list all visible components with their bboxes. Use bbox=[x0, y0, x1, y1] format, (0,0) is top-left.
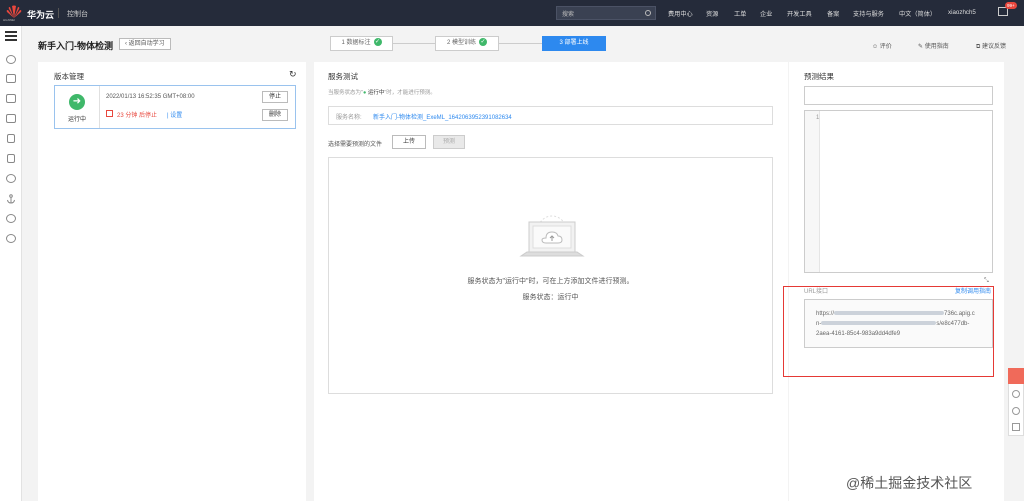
globe-icon[interactable] bbox=[6, 214, 16, 223]
document-icon[interactable] bbox=[7, 154, 15, 163]
service-state-label: 服务状态： bbox=[522, 294, 558, 301]
hint-suffix: "时，才能进行预测。 bbox=[384, 90, 436, 96]
guide-label: 使用指南 bbox=[924, 44, 949, 50]
nav-billing[interactable]: 费用中心 bbox=[668, 9, 693, 18]
database-icon[interactable] bbox=[7, 134, 15, 143]
watermark-text: @稀土掘金技术社区 bbox=[846, 475, 973, 491]
laptop-upload-icon bbox=[519, 215, 585, 257]
note-icon[interactable] bbox=[1012, 423, 1020, 431]
version-card[interactable]: ➜ 运行中 2022/01/13 16:52:35 GMT+08:00 23 分… bbox=[54, 85, 296, 129]
logo-text: HUAWEI bbox=[3, 18, 15, 22]
message-badge: 99+ bbox=[1005, 2, 1017, 9]
hint-prefix: 当服务状态为" bbox=[328, 90, 363, 96]
set-label: 设置 bbox=[170, 113, 183, 119]
network-icon[interactable] bbox=[6, 94, 16, 103]
version-status-area: ➜ 运行中 bbox=[55, 86, 100, 128]
menu-icon[interactable] bbox=[5, 31, 17, 41]
step-label: 2 模型训练 bbox=[446, 40, 476, 46]
stop-countdown: 23 分钟 后停止 bbox=[117, 113, 158, 119]
result-summary-field[interactable] bbox=[804, 86, 993, 105]
search-icon[interactable] bbox=[645, 10, 651, 16]
version-date: 2022/01/13 16:52:35 GMT+08:00 bbox=[106, 94, 195, 100]
upload-button[interactable]: 上传 bbox=[392, 135, 426, 149]
compute-icon[interactable] bbox=[6, 74, 16, 83]
huawei-logo-icon[interactable] bbox=[6, 5, 22, 19]
upload-empty-message: 服务状态为"运行中"时，可在上方添加文件进行预测。 bbox=[467, 278, 634, 285]
service-name-value[interactable]: 新手入门-物体检测_ExeML_1642063952391082634 bbox=[373, 112, 512, 121]
guide-link[interactable]: ✎ 使用指南 bbox=[918, 41, 949, 50]
nav-language[interactable]: 中文（简体） bbox=[899, 9, 936, 18]
check-icon: ✓ bbox=[373, 38, 382, 47]
result-json-editor[interactable]: 1 bbox=[804, 110, 993, 273]
cloud-icon[interactable] bbox=[6, 55, 16, 64]
step-deploy[interactable]: 3 部署上线 bbox=[542, 36, 606, 51]
stop-button[interactable]: 停止 bbox=[262, 91, 289, 103]
step-label: 1 数据标注 bbox=[341, 40, 371, 46]
hint-status: 运行中 bbox=[367, 90, 385, 96]
nav-filing[interactable]: 备案 bbox=[827, 9, 839, 18]
result-panel-title: 预测结果 bbox=[804, 72, 834, 81]
file-select-label: 选择需要预测的文件 bbox=[328, 142, 383, 148]
highlight-box bbox=[783, 286, 994, 377]
step-data-labeling[interactable]: 1 数据标注 ✓ bbox=[330, 36, 393, 51]
rating-link[interactable]: ☺ 评价 bbox=[872, 41, 892, 50]
help-icon[interactable] bbox=[1012, 407, 1020, 415]
back-label: 返回自动学习 bbox=[128, 41, 165, 47]
timer-icon bbox=[106, 110, 113, 117]
line-number: 1 bbox=[816, 115, 820, 121]
step-connector bbox=[499, 43, 542, 44]
arrow-right-icon: ➜ bbox=[69, 94, 85, 110]
brand-name[interactable]: 华为云 bbox=[27, 8, 54, 21]
top-navigation-bar: HUAWEI 华为云 控制台 搜索 费用中心 资源 工单 企业 开发工具 备案 … bbox=[0, 0, 1024, 26]
service-panel-title: 服务测试 bbox=[328, 72, 358, 81]
anchor-icon[interactable] bbox=[6, 194, 16, 204]
nav-tickets[interactable]: 工单 bbox=[734, 9, 746, 18]
feedback-float-icon[interactable] bbox=[1008, 368, 1024, 384]
editor-gutter bbox=[805, 111, 820, 272]
divider bbox=[58, 8, 59, 18]
check-icon: ✓ bbox=[479, 38, 487, 47]
service-name-row: 服务名称: 新手入门-物体检测_ExeML_164206395239108263… bbox=[328, 106, 773, 125]
delete-button[interactable]: 删除 bbox=[262, 109, 289, 121]
version-panel-title: 版本管理 bbox=[54, 72, 84, 81]
service-name-label: 服务名称: bbox=[336, 115, 362, 121]
refresh-icon[interactable]: ↻ bbox=[289, 69, 297, 80]
step-model-training[interactable]: 2 模型训练 ✓ bbox=[435, 36, 499, 51]
predict-button[interactable]: 预测 bbox=[433, 135, 465, 149]
prediction-image-area[interactable]: 服务状态为"运行中"时，可在上方添加文件进行预测。 服务状态：运行中 bbox=[328, 157, 773, 394]
compass-icon[interactable] bbox=[6, 234, 16, 243]
feedback-label: 建议反馈 bbox=[981, 44, 1006, 50]
nav-enterprise[interactable]: 企业 bbox=[760, 9, 772, 18]
search-placeholder: 搜索 bbox=[562, 12, 575, 18]
back-button[interactable]: ‹ 返回自动学习 bbox=[119, 38, 171, 50]
version-status: 运行中 bbox=[68, 117, 87, 123]
service-state: 服务状态：运行中 bbox=[329, 292, 772, 302]
page-title: 新手入门-物体检测 bbox=[38, 41, 113, 51]
search-input[interactable]: 搜索 bbox=[556, 6, 656, 20]
rating-label: 评价 bbox=[879, 44, 892, 50]
nav-resources[interactable]: 资源 bbox=[706, 9, 718, 18]
feedback-link[interactable]: ⧉ 建议反馈 bbox=[976, 41, 1006, 51]
nav-support[interactable]: 支持与服务 bbox=[853, 9, 884, 18]
set-timer-link[interactable]: | 设置 bbox=[167, 110, 182, 119]
chat-icon[interactable] bbox=[1012, 390, 1020, 398]
resize-handle-icon[interactable]: ⤡ bbox=[984, 278, 989, 285]
cloud-service-icon[interactable] bbox=[6, 174, 16, 183]
nav-devtools[interactable]: 开发工具 bbox=[787, 9, 812, 18]
storage-icon[interactable] bbox=[6, 114, 16, 123]
service-state-value: 运行中 bbox=[557, 294, 579, 301]
nav-user[interactable]: xiaozhch5 bbox=[948, 9, 976, 16]
step-connector bbox=[393, 43, 435, 44]
service-hint: 当服务状态为"● 运行中"时，才能进行预测。 bbox=[328, 88, 436, 96]
console-link[interactable]: 控制台 bbox=[67, 9, 88, 19]
step-indicator: 1 数据标注 ✓ 2 模型训练 ✓ 3 部署上线 bbox=[330, 36, 606, 51]
